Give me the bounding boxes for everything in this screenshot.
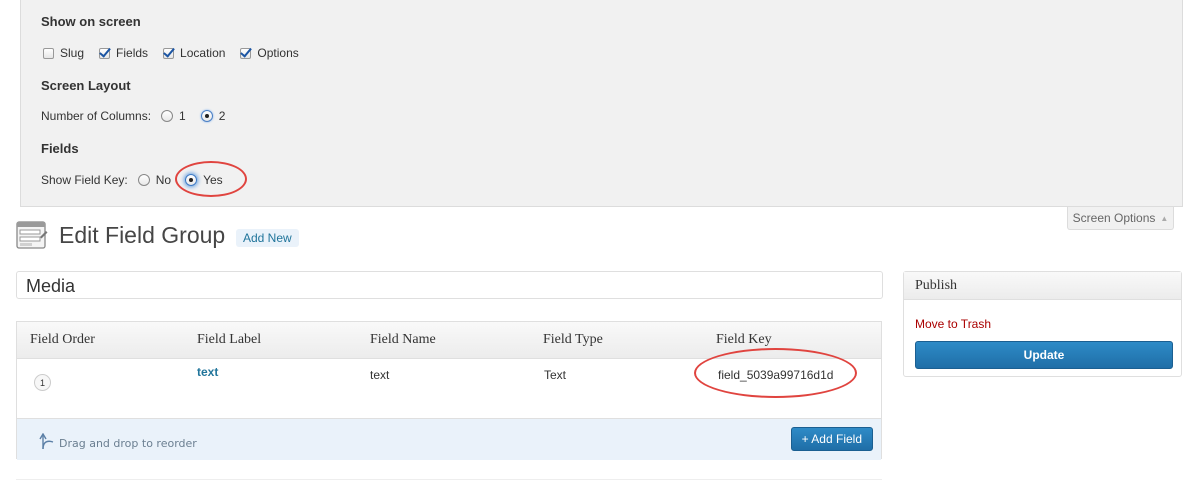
update-button[interactable]: Update — [915, 341, 1173, 369]
column-header-type: Field Type — [543, 332, 603, 347]
publish-title: Publish — [904, 272, 1181, 300]
field-group-icon — [16, 219, 48, 251]
location-checkbox[interactable] — [163, 47, 175, 59]
columns-row: Number of Columns: 1 2 — [41, 109, 245, 123]
screen-layout-heading: Screen Layout — [41, 78, 131, 93]
options-option[interactable]: Options — [240, 46, 299, 60]
slug-label: Slug — [60, 46, 85, 60]
show-on-screen-heading: Show on screen — [41, 14, 141, 29]
column-header-label: Field Label — [197, 332, 262, 347]
screen-options-panel: Show on screen Slug Fields Location Opti… — [20, 0, 1183, 207]
location-option[interactable]: Location — [163, 46, 225, 60]
screen-options-tab[interactable]: Screen Options ▲ — [1067, 207, 1174, 230]
field-label-link[interactable]: text — [197, 365, 218, 379]
field-key-no-option[interactable]: No — [137, 173, 172, 187]
columns-1-label: 1 — [179, 109, 186, 123]
columns-2-option[interactable]: 2 — [200, 109, 226, 123]
field-order-badge[interactable]: 1 — [34, 374, 51, 391]
options-checkbox[interactable] — [240, 47, 252, 59]
columns-1-option[interactable]: 1 — [161, 109, 186, 123]
field-key-label: Show Field Key: — [41, 173, 128, 187]
fields-label: Fields — [116, 46, 149, 60]
publish-box: Publish Move to Trash Update — [903, 271, 1182, 377]
annotation-circle-yes — [175, 161, 247, 197]
field-group-title-input[interactable]: Media — [16, 271, 883, 299]
columns-2-radio[interactable] — [200, 110, 213, 122]
slug-option[interactable]: Slug — [43, 46, 84, 60]
caret-up-icon: ▲ — [1160, 213, 1169, 223]
annotation-circle-field-key — [694, 348, 857, 398]
columns-1-radio[interactable] — [161, 110, 174, 122]
columns-2-label: 2 — [218, 109, 226, 123]
add-field-button[interactable]: + Add Field — [790, 427, 873, 451]
columns-label: Number of Columns: — [41, 109, 152, 123]
fields-table-footer: Drag and drop to reorder + Add Field — [17, 418, 881, 460]
fields-checkbox[interactable] — [99, 47, 111, 59]
show-on-screen-options: Slug Fields Location Options — [43, 46, 319, 60]
column-header-order: Field Order — [30, 332, 95, 347]
field-key-no-label: No — [155, 173, 172, 187]
drag-hint-label: Drag and drop to reorder — [59, 437, 197, 450]
column-header-key: Field Key — [716, 332, 772, 347]
page-title: Edit Field Group — [59, 222, 226, 248]
field-type-cell: Text — [544, 368, 567, 382]
location-label: Location — [180, 46, 226, 60]
move-to-trash-link[interactable]: Move to Trash — [915, 317, 991, 331]
fields-heading: Fields — [41, 141, 79, 156]
options-label: Options — [257, 46, 299, 60]
slug-checkbox[interactable] — [43, 47, 54, 59]
drag-hint: Drag and drop to reorder — [39, 432, 197, 454]
add-new-button[interactable]: Add New — [236, 229, 299, 247]
field-key-no-radio[interactable] — [137, 174, 150, 186]
fields-option[interactable]: Fields — [99, 46, 148, 60]
field-name-cell: text — [370, 368, 390, 382]
column-header-name: Field Name — [370, 332, 436, 347]
screen-options-tab-label: Screen Options — [1072, 211, 1156, 225]
curved-arrow-icon — [39, 432, 55, 454]
fields-table: Field Order Field Label Field Name Field… — [16, 321, 882, 460]
divider — [16, 479, 882, 480]
